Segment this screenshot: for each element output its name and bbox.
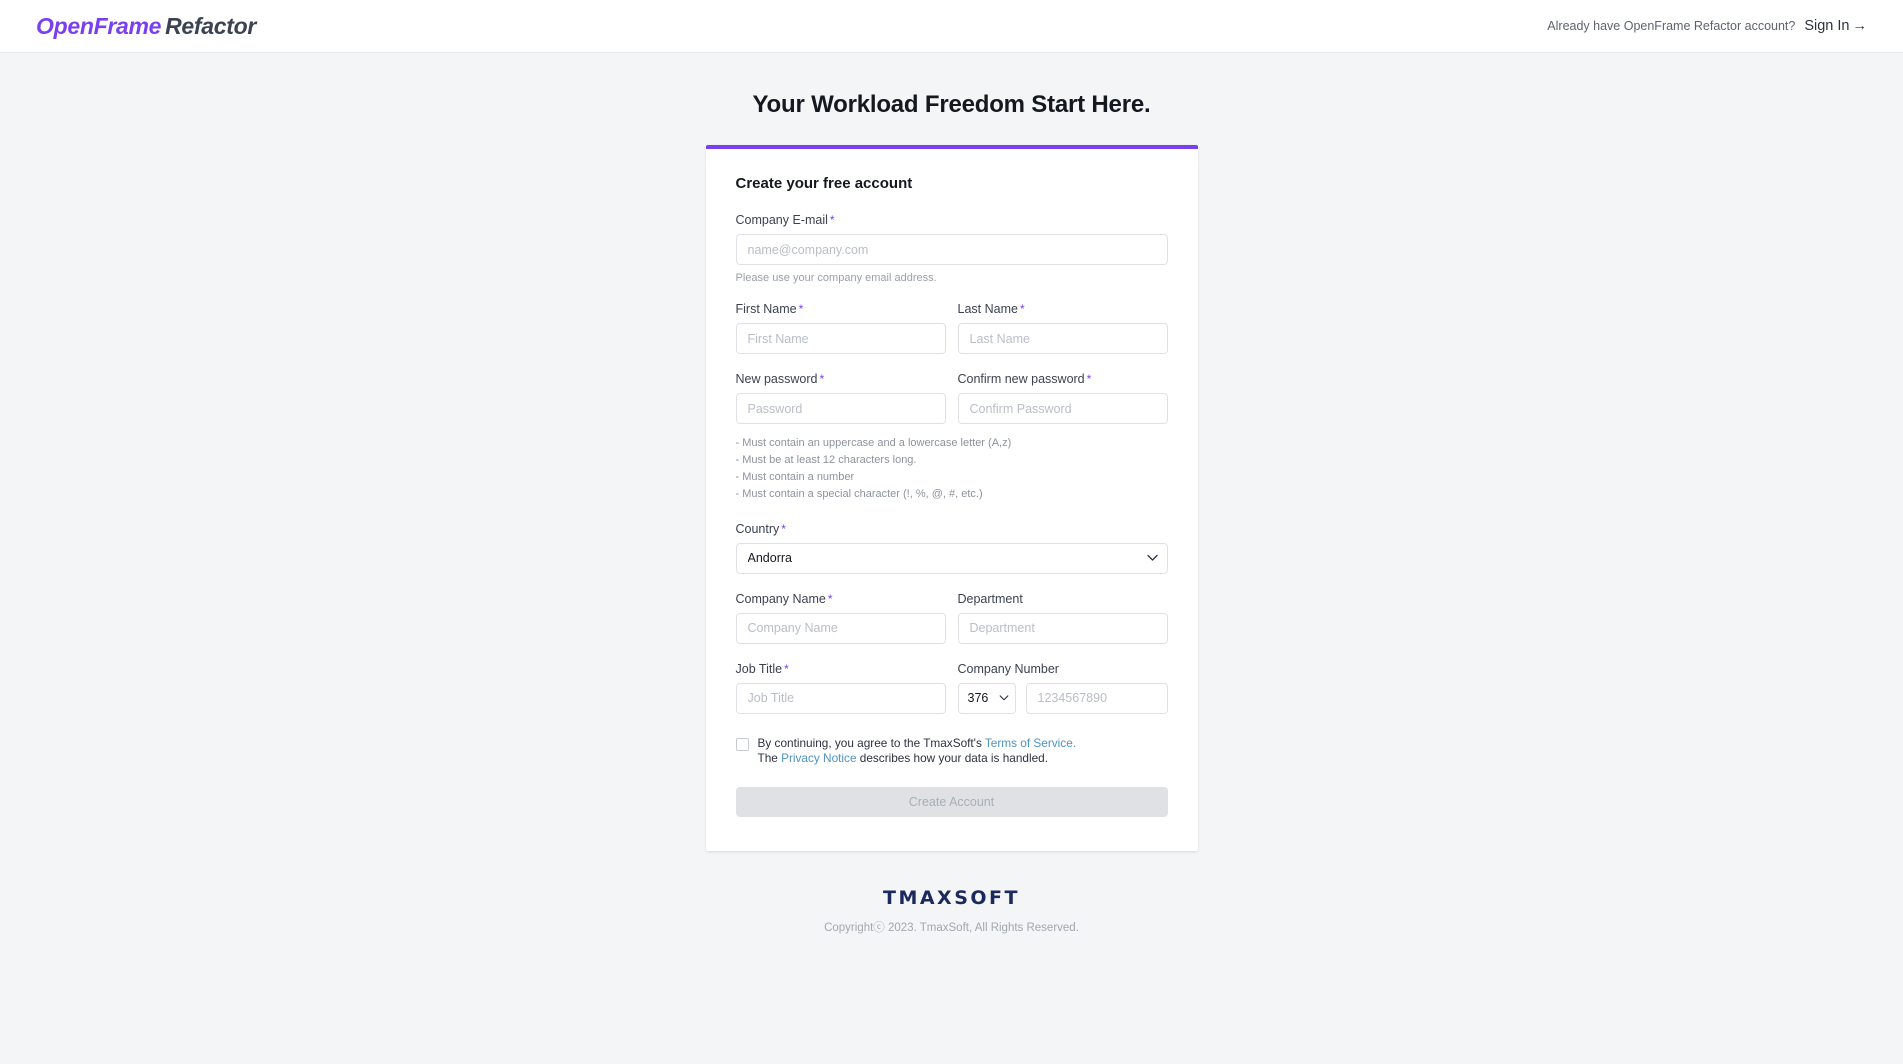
terms-agreement-row: By continuing, you agree to the TmaxSoft…	[736, 736, 1168, 767]
label-first-name-text: First Name	[736, 302, 797, 316]
field-job-title: Job Title*	[736, 662, 946, 714]
required-asterisk: *	[830, 213, 835, 227]
password-row: New password* Confirm new password*	[736, 372, 1168, 424]
required-asterisk: *	[1020, 302, 1025, 316]
label-last-name: Last Name*	[958, 302, 1168, 316]
page-body: Your Workload Freedom Start Here. Create…	[0, 53, 1903, 1063]
company-number-input-wrapper	[1026, 683, 1168, 714]
password-rules-list: - Must contain an uppercase and a lowerc…	[736, 435, 1168, 504]
label-department-text: Department	[958, 592, 1023, 606]
label-confirm-password-text: Confirm new password	[958, 372, 1085, 386]
field-company-email: Company E-mail* Please use your company …	[736, 213, 1168, 284]
sign-in-link[interactable]: Sign In→	[1804, 18, 1867, 34]
label-new-password: New password*	[736, 372, 946, 386]
required-asterisk: *	[828, 592, 833, 606]
label-company-number-text: Company Number	[958, 662, 1059, 676]
privacy-notice-link[interactable]: Privacy Notice	[781, 751, 856, 765]
label-department: Department	[958, 592, 1168, 606]
dial-code-select[interactable]: 376	[958, 683, 1016, 714]
top-header-bar: OpenFrameRefactor Already have OpenFrame…	[0, 0, 1903, 53]
logo-secondary-text: Refactor	[165, 13, 256, 39]
confirm-password-input[interactable]	[958, 393, 1168, 424]
label-first-name: First Name*	[736, 302, 946, 316]
logo-primary-text: OpenFrame	[36, 13, 161, 39]
have-account-text: Already have OpenFrame Refactor account?	[1547, 19, 1795, 33]
page-footer: TMAXSOFT Copyrightⓒ 2023. TmaxSoft, All …	[824, 887, 1079, 935]
terms-checkbox[interactable]	[736, 738, 749, 751]
label-confirm-password: Confirm new password*	[958, 372, 1168, 386]
label-job-title: Job Title*	[736, 662, 946, 676]
password-rule: - Must contain an uppercase and a lowerc…	[736, 435, 1168, 452]
department-input[interactable]	[958, 613, 1168, 644]
header-right-group: Already have OpenFrame Refactor account?…	[1547, 18, 1867, 34]
label-country-text: Country	[736, 522, 780, 536]
page-title: Your Workload Freedom Start Here.	[753, 91, 1151, 119]
label-job-title-text: Job Title	[736, 662, 783, 676]
new-password-input[interactable]	[736, 393, 946, 424]
job-title-input[interactable]	[736, 683, 946, 714]
label-company-name: Company Name*	[736, 592, 946, 606]
label-new-password-text: New password	[736, 372, 818, 386]
required-asterisk: *	[781, 522, 786, 536]
field-company-number: Company Number 376	[958, 662, 1168, 714]
label-company-email-text: Company E-mail	[736, 213, 828, 227]
country-select-wrapper: Andorra	[736, 543, 1168, 574]
terms-text: By continuing, you agree to the TmaxSoft…	[758, 736, 1077, 767]
required-asterisk: *	[799, 302, 804, 316]
field-last-name: Last Name*	[958, 302, 1168, 354]
signup-card: Create your free account Company E-mail*…	[706, 145, 1198, 851]
field-new-password: New password*	[736, 372, 946, 424]
password-rule: - Must be at least 12 characters long.	[736, 452, 1168, 469]
company-email-hint: Please use your company email address.	[736, 272, 1168, 284]
field-company-name: Company Name*	[736, 592, 946, 644]
terms-line2-suffix: describes how your data is handled.	[857, 751, 1049, 765]
company-name-input[interactable]	[736, 613, 946, 644]
password-rule: - Must contain a special character (!, %…	[736, 486, 1168, 503]
first-name-input[interactable]	[736, 323, 946, 354]
label-last-name-text: Last Name	[958, 302, 1018, 316]
create-account-button[interactable]: Create Account	[736, 787, 1168, 817]
country-select[interactable]: Andorra	[736, 543, 1168, 574]
field-first-name: First Name*	[736, 302, 946, 354]
label-company-number: Company Number	[958, 662, 1168, 676]
label-country: Country*	[736, 522, 1168, 536]
company-row: Company Name* Department	[736, 592, 1168, 644]
terms-line2-prefix: The	[758, 751, 782, 765]
copyright-text: Copyrightⓒ 2023. TmaxSoft, All Rights Re…	[824, 919, 1079, 935]
terms-of-service-link[interactable]: Terms of Service.	[985, 736, 1076, 750]
terms-line1-prefix: By continuing, you agree to the TmaxSoft…	[758, 736, 985, 750]
tmaxsoft-logo: TMAXSOFT	[824, 887, 1079, 909]
app-logo[interactable]: OpenFrameRefactor	[36, 13, 256, 40]
label-company-name-text: Company Name	[736, 592, 826, 606]
field-confirm-password: Confirm new password*	[958, 372, 1168, 424]
required-asterisk: *	[819, 372, 824, 386]
name-row: First Name* Last Name*	[736, 302, 1168, 354]
sign-in-label: Sign In	[1804, 18, 1849, 34]
company-number-group: 376	[958, 683, 1168, 714]
dial-code-wrapper: 376	[958, 683, 1016, 714]
last-name-input[interactable]	[958, 323, 1168, 354]
job-row: Job Title* Company Number 376	[736, 662, 1168, 714]
required-asterisk: *	[1087, 372, 1092, 386]
card-title: Create your free account	[736, 175, 1168, 192]
company-email-input[interactable]	[736, 234, 1168, 265]
password-rule: - Must contain a number	[736, 469, 1168, 486]
dial-code-select-wrapper: 376	[958, 683, 1016, 714]
arrow-right-icon: →	[1853, 18, 1868, 34]
label-company-email: Company E-mail*	[736, 213, 1168, 227]
field-department: Department	[958, 592, 1168, 644]
required-asterisk: *	[784, 662, 789, 676]
company-number-input[interactable]	[1026, 683, 1168, 714]
field-country: Country* Andorra	[736, 522, 1168, 574]
